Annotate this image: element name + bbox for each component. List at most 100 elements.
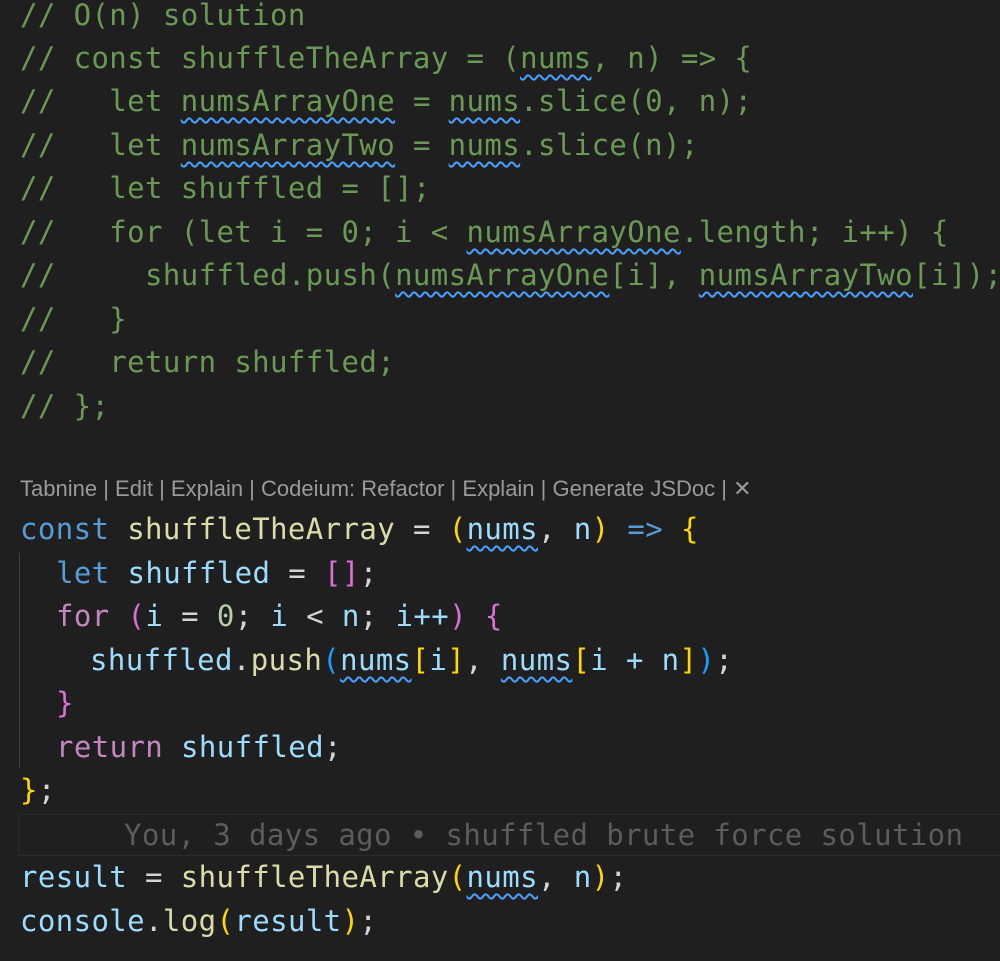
comment-text: =	[395, 84, 449, 118]
bracket: }	[56, 686, 74, 720]
codelens-codeium-refactor[interactable]: Codeium: Refactor	[261, 476, 444, 501]
keyword-let: let	[56, 556, 110, 590]
bracket: )	[449, 599, 467, 633]
code-line-comment-push: // shuffled.push(numsArrayOne[i], numsAr…	[20, 254, 1000, 298]
comment-text: [i],	[609, 258, 699, 292]
variable-i: i	[145, 599, 164, 633]
code-line-comment-let-shuffled: // let shuffled = [];	[20, 167, 431, 211]
code-line-let-shuffled: let shuffled = [];	[56, 552, 378, 596]
codelens-separator: |	[243, 476, 262, 501]
method-log: log	[162, 904, 217, 938]
indent-guide	[19, 553, 20, 768]
warning-squiggle: numsArrayOne	[395, 258, 610, 292]
bracket: }	[20, 773, 38, 807]
comment-text: .slice(n);	[520, 128, 699, 162]
keyword-return: return	[56, 730, 164, 764]
bracket: {	[484, 599, 503, 633]
code-line-comment-slice-one: // let numsArrayOne = nums.slice(0, n);	[20, 80, 752, 124]
punctuation: ;	[609, 860, 628, 894]
comment-text: // shuffled.push(	[20, 258, 396, 292]
operator: =	[270, 556, 324, 590]
variable-shuffled: shuffled	[90, 643, 233, 677]
keyword-for: for	[56, 599, 110, 633]
warning-squiggle: nums	[448, 84, 521, 118]
punctuation: ,	[538, 512, 574, 546]
punctuation: .	[145, 904, 163, 938]
variable-shuffled: shuffled	[127, 556, 271, 590]
bracket: )	[697, 643, 716, 677]
comment-text: , n) => {	[591, 41, 753, 75]
warning-squiggle: numsArrayTwo	[698, 258, 914, 292]
codelens-separator: |	[97, 476, 116, 501]
operator: =	[127, 860, 181, 894]
variable-result: result	[234, 904, 342, 938]
code-editor[interactable]: // O(n) solution // const shuffleTheArra…	[0, 0, 1000, 961]
bracket: [	[411, 643, 430, 677]
variable-n: n	[341, 599, 360, 633]
keyword-const: const	[20, 512, 110, 546]
punctuation: .	[232, 643, 251, 677]
bracket: ]	[447, 643, 466, 677]
variable-nums: nums	[466, 860, 538, 894]
punctuation: ,	[465, 643, 501, 677]
punctuation: ;	[359, 556, 378, 590]
method-push: push	[250, 643, 323, 677]
punctuation: ;	[359, 904, 378, 938]
variable-nums: nums	[500, 643, 573, 677]
index-expression: i	[429, 643, 448, 677]
bracket: (	[127, 599, 146, 633]
comment-text: // let	[20, 84, 181, 118]
function-call: shuffleTheArray	[180, 860, 449, 894]
warning-squiggle: numsArrayOne	[180, 84, 396, 118]
comment-text: .slice(0, n);	[520, 84, 753, 118]
warning-squiggle: nums	[520, 41, 592, 75]
code-line-comment-return: // return shuffled;	[20, 341, 395, 385]
comment-text: // return shuffled;	[20, 345, 396, 379]
warning-squiggle: nums	[448, 128, 521, 162]
codelens-separator: |	[534, 476, 553, 501]
codelens-edit[interactable]: Edit	[115, 476, 153, 501]
bracket: (	[448, 860, 467, 894]
warning-squiggle: numsArrayOne	[466, 215, 681, 249]
increment-expression: i++	[395, 599, 450, 633]
bracket: )	[591, 512, 610, 546]
variable-i: i	[270, 599, 289, 633]
punctuation: ;	[359, 599, 396, 633]
bracket: ]	[679, 643, 698, 677]
operator: =	[163, 599, 217, 633]
code-line-function-declaration: const shuffleTheArray = (nums, n) => {	[20, 508, 699, 552]
bracket: (	[216, 904, 235, 938]
codelens-separator: |	[444, 476, 463, 501]
code-line-for-loop: for (i = 0; i < n; i++) {	[56, 595, 503, 639]
punctuation: ;	[715, 643, 734, 677]
console-object: console	[20, 904, 146, 938]
codelens-codeium-explain[interactable]: Explain	[462, 476, 534, 501]
comment-text: =	[395, 128, 449, 162]
code-line-comment-header: // O(n) solution	[20, 0, 306, 38]
code-line-close-for: }	[56, 682, 74, 726]
code-line-comment-for: // for (let i = 0; i < numsArrayOne.leng…	[20, 211, 949, 255]
code-line-comment-close-for: // }	[20, 298, 127, 342]
codelens-separator: |	[152, 476, 171, 501]
code-line-result-assignment: result = shuffleTheArray(nums, n);	[20, 856, 627, 900]
variable-shuffled: shuffled	[181, 730, 324, 764]
bracket: )	[591, 860, 610, 894]
function-name: shuffleTheArray	[127, 512, 396, 546]
code-line-console-log: console.log(result);	[20, 900, 377, 944]
codelens-tabnine[interactable]: Tabnine	[20, 476, 97, 501]
variable-result: result	[20, 860, 128, 894]
close-icon[interactable]: ✕	[733, 476, 751, 501]
comment-text: .length; i++) {	[680, 215, 949, 249]
comment-text: // };	[20, 389, 110, 423]
punctuation: ;	[234, 599, 271, 633]
codelens-explain[interactable]: Explain	[171, 476, 243, 501]
warning-squiggle: numsArrayTwo	[180, 128, 396, 162]
codelens-bar: Tabnine | Edit | Explain | Codeium: Refa…	[20, 476, 752, 502]
codelens-generate-jsdoc[interactable]: Generate JSDoc	[553, 476, 716, 501]
punctuation: ,	[538, 860, 574, 894]
bracket: )	[341, 904, 360, 938]
param-n: n	[573, 512, 592, 546]
punctuation: ;	[37, 773, 56, 807]
operator: <	[288, 599, 342, 633]
code-line-close-function: };	[20, 769, 56, 813]
